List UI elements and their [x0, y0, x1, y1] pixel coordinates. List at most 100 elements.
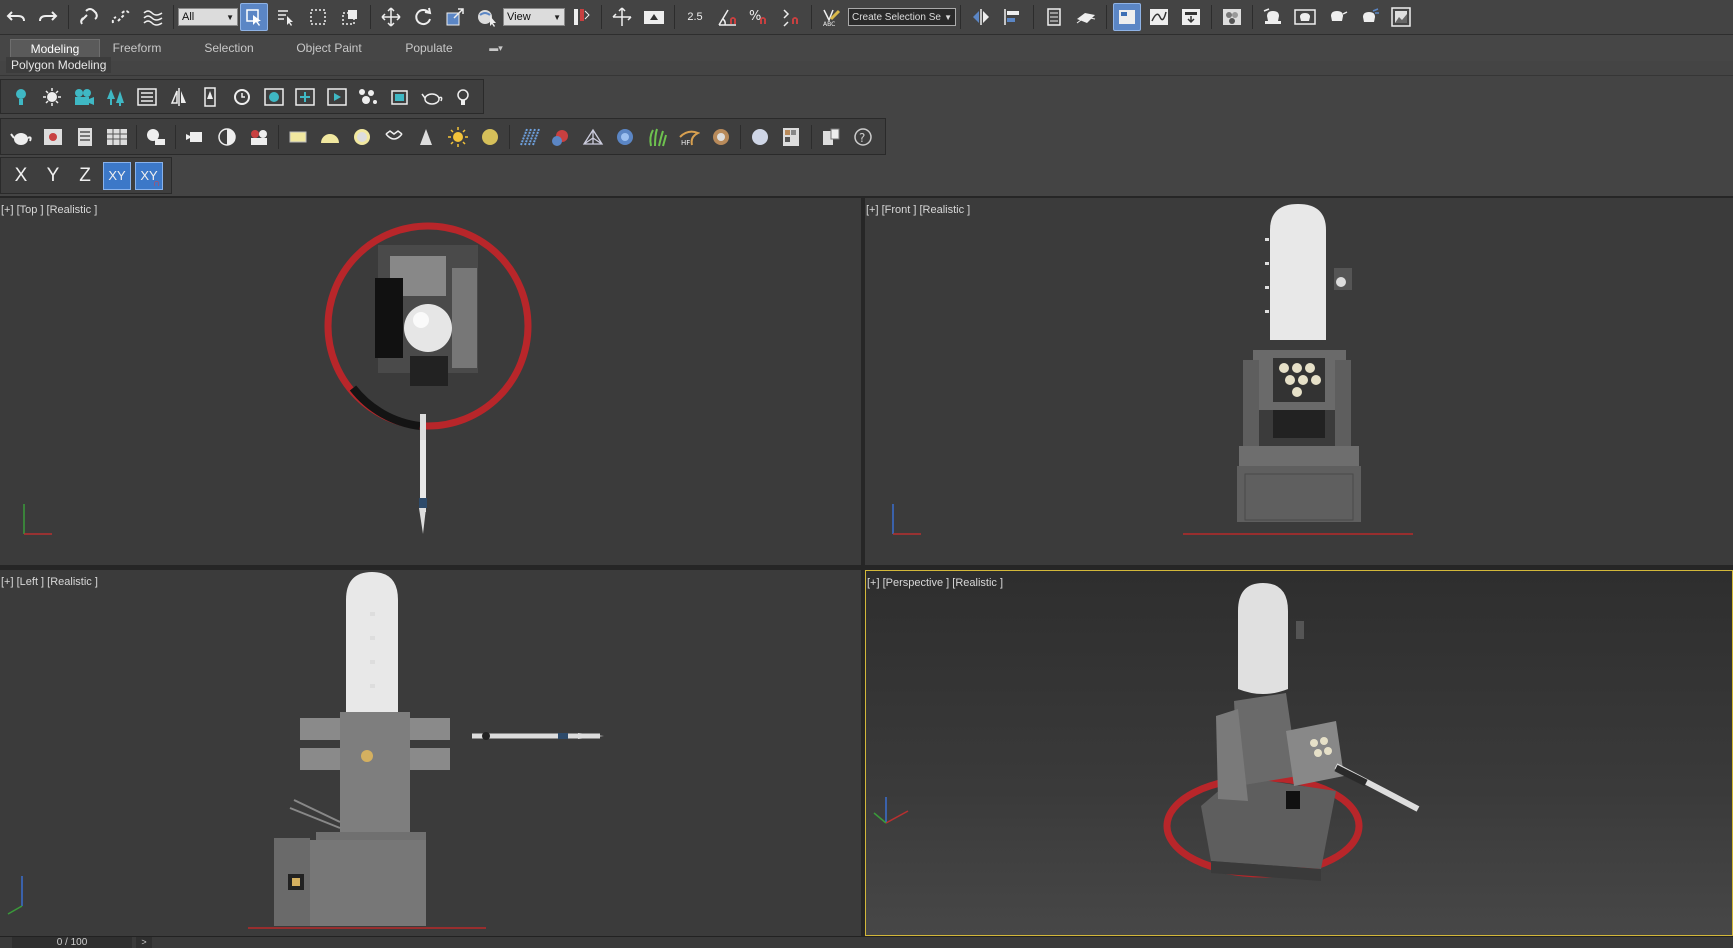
spinner-snap-icon[interactable]	[777, 3, 805, 31]
angle-snap-icon[interactable]	[713, 3, 741, 31]
constrain-z-button[interactable]: Z	[71, 162, 99, 190]
zoom-extents-icon[interactable]	[291, 83, 319, 111]
select-object-icon[interactable]	[240, 3, 268, 31]
camera-icon[interactable]	[70, 83, 98, 111]
snap-toggle-icon[interactable]: 2.5	[681, 3, 709, 31]
viewport-left[interactable]: [+] [Left ] [Realistic ]	[0, 570, 861, 936]
table-grid-icon[interactable]	[103, 123, 131, 151]
next-frame-button[interactable]: >	[136, 937, 152, 948]
viewport-top[interactable]: [+] [Top ] [Realistic ]	[0, 198, 861, 565]
scale-icon[interactable]	[441, 3, 469, 31]
sun-icon[interactable]	[444, 123, 472, 151]
help-icon[interactable]: ?	[849, 123, 877, 151]
move-icon[interactable]	[377, 3, 405, 31]
reference-coordinate-dropdown[interactable]: View ▼	[503, 8, 565, 26]
render-icon[interactable]	[1323, 3, 1351, 31]
plane-light-icon[interactable]	[284, 123, 312, 151]
teapot-render-icon[interactable]	[7, 123, 35, 151]
material-sphere-icon[interactable]	[746, 123, 774, 151]
tab-freeform[interactable]: Freeform	[100, 39, 174, 57]
particle-icon[interactable]	[355, 83, 383, 111]
viewport-perspective[interactable]: [+] [Perspective ] [Realistic ]	[865, 570, 1733, 936]
playback-icon[interactable]	[323, 83, 351, 111]
selection-filter-dropdown[interactable]: All ▼	[178, 8, 238, 26]
spot-light-icon[interactable]	[412, 123, 440, 151]
frame-icon[interactable]	[386, 83, 414, 111]
select-manipulate-icon[interactable]	[473, 3, 501, 31]
align-icon[interactable]	[999, 3, 1027, 31]
render-online-icon[interactable]	[1387, 3, 1415, 31]
constrain-x-button[interactable]: X	[7, 162, 35, 190]
curve-editor-icon[interactable]	[1145, 3, 1173, 31]
viewport-front[interactable]: [+] [Front ] [Realistic ]	[865, 198, 1733, 565]
percent-snap-icon[interactable]: %	[745, 3, 773, 31]
link-icon[interactable]	[75, 3, 103, 31]
unlink-icon[interactable]	[107, 3, 135, 31]
cylinder-light-icon[interactable]	[380, 123, 408, 151]
constrain-xy-lock-button[interactable]: XY ∩	[135, 161, 163, 190]
video-post-icon[interactable]	[245, 123, 273, 151]
dome-light-icon[interactable]	[316, 123, 344, 151]
camera-match-icon[interactable]	[181, 123, 209, 151]
tab-modeling[interactable]: Modeling	[10, 39, 100, 58]
mirror-icon[interactable]	[967, 3, 995, 31]
fur-icon[interactable]	[515, 123, 543, 151]
sky-icon[interactable]	[476, 123, 504, 151]
hair-icon[interactable]: HF	[675, 123, 703, 151]
lightbulb-icon[interactable]	[449, 83, 477, 111]
ribbon-toggle-icon[interactable]	[1113, 3, 1141, 31]
undo-icon[interactable]	[2, 3, 30, 31]
light-lister-icon[interactable]	[142, 123, 170, 151]
geometry-icon[interactable]	[7, 83, 35, 111]
ribbon-options-icon[interactable]: ▬▾	[484, 39, 508, 57]
material-library-icon[interactable]	[778, 123, 806, 151]
rotate-icon[interactable]	[409, 3, 437, 31]
disc-light-icon[interactable]	[348, 123, 376, 151]
render-setup-icon[interactable]	[1259, 3, 1287, 31]
reset-xform-icon[interactable]	[228, 83, 256, 111]
select-and-place-icon[interactable]	[608, 3, 636, 31]
mirror-plane-icon[interactable]	[165, 83, 193, 111]
teapot-icon[interactable]	[418, 83, 446, 111]
tab-object-paint[interactable]: Object Paint	[288, 39, 370, 57]
rect-region-icon[interactable]	[304, 3, 332, 31]
named-selection-dropdown[interactable]: Create Selection Se ▼	[848, 8, 956, 26]
scene-explorer-icon[interactable]	[1072, 3, 1100, 31]
light-icon[interactable]	[39, 83, 67, 111]
material-list-icon[interactable]	[71, 123, 99, 151]
layer-explorer-icon[interactable]	[1040, 3, 1068, 31]
render-to-texture-icon[interactable]	[39, 123, 67, 151]
pivot-icon[interactable]	[567, 3, 595, 31]
selection-filter-value: All	[182, 11, 195, 23]
volume-icon[interactable]	[579, 123, 607, 151]
schematic-view-icon[interactable]	[1177, 3, 1205, 31]
pin-stack-icon[interactable]	[197, 83, 225, 111]
viewport-render-icon[interactable]	[260, 83, 288, 111]
toolbar-separator	[278, 124, 279, 149]
environment-fog-icon[interactable]	[611, 123, 639, 151]
render-iterative-icon[interactable]	[1355, 3, 1383, 31]
tab-populate[interactable]: Populate	[392, 39, 466, 57]
constrain-y-button[interactable]: Y	[39, 162, 67, 190]
toolbar-separator	[175, 124, 176, 149]
keyboard-shortcut-icon[interactable]	[640, 3, 668, 31]
select-by-name-icon[interactable]	[272, 3, 300, 31]
foliage-icon[interactable]	[102, 83, 130, 111]
front-view-model	[892, 204, 1413, 535]
bind-spacewarp-icon[interactable]	[139, 3, 167, 31]
redo-icon[interactable]	[34, 3, 62, 31]
grass-icon[interactable]	[643, 123, 671, 151]
edit-named-sets-icon[interactable]: ABC	[818, 3, 846, 31]
file-settings-icon[interactable]	[817, 123, 845, 151]
list-icon[interactable]	[133, 83, 161, 111]
rendered-frame-icon[interactable]	[1291, 3, 1319, 31]
ornatrix-icon[interactable]	[707, 123, 735, 151]
window-crossing-icon[interactable]	[336, 3, 364, 31]
exposure-icon[interactable]	[213, 123, 241, 151]
panel-polygon-modeling[interactable]: Polygon Modeling	[6, 57, 112, 73]
proxy-icon[interactable]	[547, 123, 575, 151]
frame-counter[interactable]: 0 / 100	[12, 937, 132, 948]
material-editor-icon[interactable]	[1218, 3, 1246, 31]
tab-selection[interactable]: Selection	[192, 39, 266, 57]
constrain-xy-button[interactable]: XY	[103, 161, 131, 190]
